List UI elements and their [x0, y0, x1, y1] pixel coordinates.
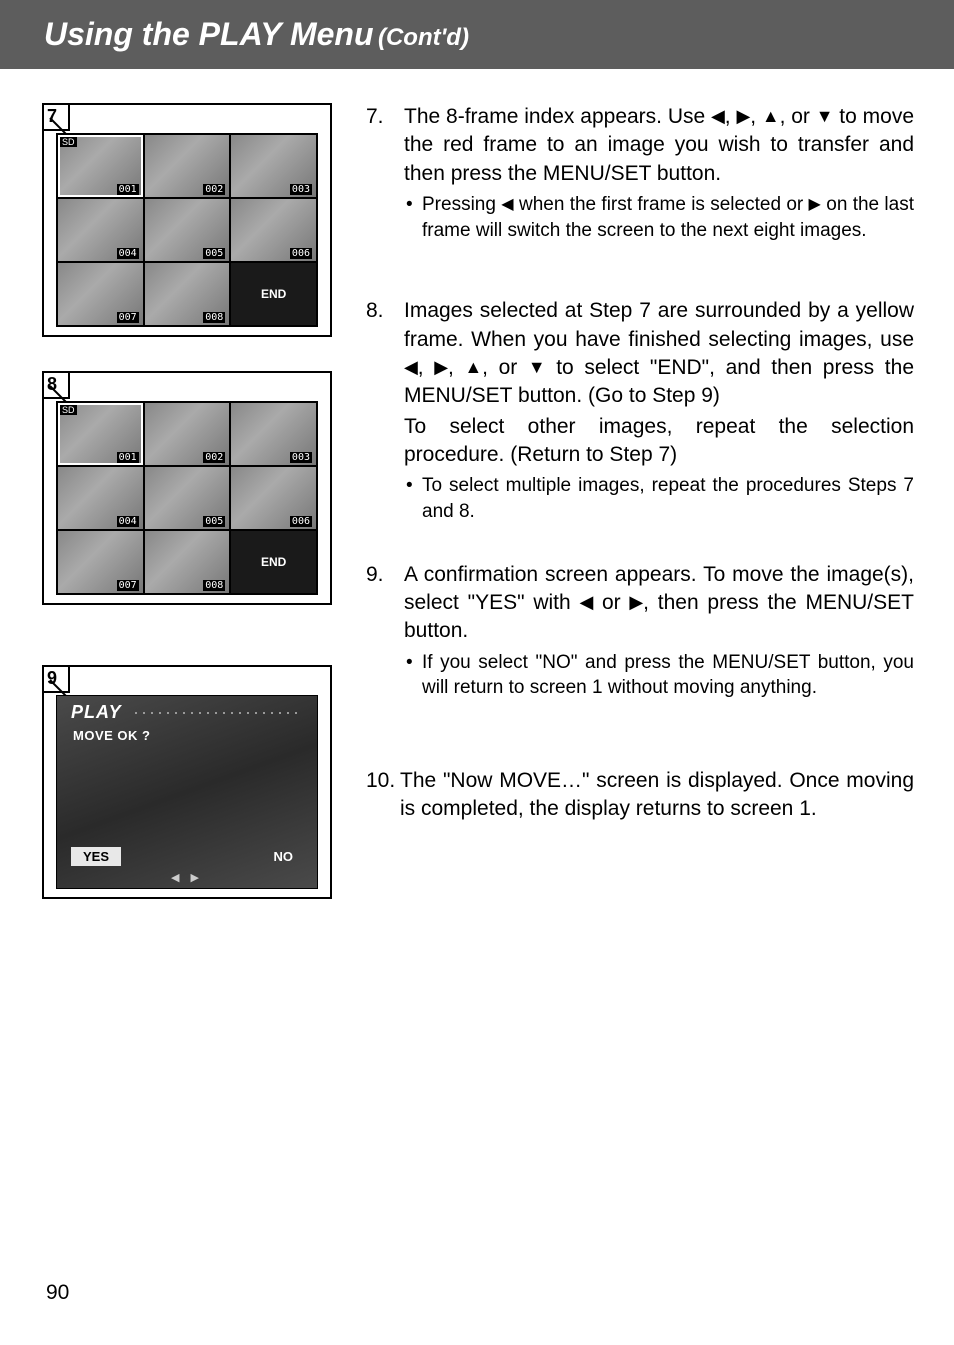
play-title-row: PLAY: [57, 702, 317, 723]
up-arrow-icon: ▲: [464, 355, 482, 379]
step-7-bullet: • Pressing ◀ when the first frame is sel…: [404, 192, 914, 243]
thumb: 003: [231, 403, 316, 465]
thumb: 002: [145, 403, 230, 465]
thumb: 008: [145, 263, 230, 325]
figure-7-grid: 001 002 003 004 005 006 007 008 END: [56, 133, 318, 327]
step-8-bullet: • To select multiple images, repeat the …: [404, 473, 914, 524]
figure-7-number: 7: [42, 103, 70, 131]
thumb: 005: [145, 199, 230, 261]
figure-8-number: 8: [42, 371, 70, 399]
step-9-bullet: • If you select "NO" and press the MENU/…: [404, 650, 914, 701]
step-7-body: The 8-frame index appears. Use ◀, ▶, ▲, …: [404, 103, 914, 243]
thumb: 005: [145, 467, 230, 529]
thumb: 004: [58, 199, 143, 261]
figure-7: 7 001 002 003 004 005 006 007 008 END: [42, 103, 332, 337]
thumb: 006: [231, 199, 316, 261]
right-arrow-icon: ▶: [736, 104, 750, 128]
thumb: 001: [58, 135, 143, 197]
right-arrow-icon: ▶: [629, 590, 643, 614]
thumb: 003: [231, 135, 316, 197]
step-8: 8. Images selected at Step 7 are surroun…: [366, 297, 914, 524]
left-arrow-icon: ◀: [711, 104, 725, 128]
thumb: 007: [58, 531, 143, 593]
step-8-number: 8.: [366, 297, 404, 524]
play-label: PLAY: [71, 702, 122, 723]
content-area: 7 001 002 003 004 005 006 007 008 END 8 …: [0, 69, 954, 933]
step-7-number: 7.: [366, 103, 404, 243]
play-prompt: MOVE OK ?: [73, 728, 150, 743]
figure-8-grid: 001 002 003 004 005 006 007 008 END: [56, 401, 318, 595]
step-10: 10. The "Now MOVE…" screen is displayed.…: [366, 767, 914, 824]
figure-9: 9 PLAY MOVE OK ? YES NO ◀ ▶: [42, 665, 332, 899]
figure-9-number: 9: [42, 665, 70, 693]
figure-8: 8 001 002 003 004 005 006 007 008 END: [42, 371, 332, 605]
thumb: 001: [58, 403, 143, 465]
left-arrow-icon: ◀: [579, 590, 593, 614]
down-arrow-icon: ▼: [528, 355, 546, 379]
thumb: 002: [145, 135, 230, 197]
instructions-column: 7. The 8-frame index appears. Use ◀, ▶, …: [366, 103, 914, 933]
thumb-end: END: [231, 531, 316, 593]
header-title-main: Using the PLAY Menu: [44, 16, 374, 52]
step-10-body: The "Now MOVE…" screen is displayed. Onc…: [400, 767, 914, 824]
nav-arrows-icon: ◀ ▶: [171, 871, 203, 884]
up-arrow-icon: ▲: [762, 104, 780, 128]
left-arrow-icon: ◀: [404, 355, 418, 379]
page-number: 90: [46, 1281, 69, 1305]
thumb-end: END: [231, 263, 316, 325]
right-arrow-icon: ▶: [434, 355, 448, 379]
step-9: 9. A confirmation screen appears. To mov…: [366, 561, 914, 701]
down-arrow-icon: ▼: [816, 104, 834, 128]
play-confirm-screen: PLAY MOVE OK ? YES NO ◀ ▶: [56, 695, 318, 889]
step-9-number: 9.: [366, 561, 404, 701]
right-arrow-icon: ▶: [809, 194, 821, 216]
step-9-body: A confirmation screen appears. To move t…: [404, 561, 914, 701]
dots-icon: [132, 711, 303, 715]
thumb: 008: [145, 531, 230, 593]
play-yes-option: YES: [71, 847, 121, 866]
page-header: Using the PLAY Menu (Cont'd): [0, 0, 954, 69]
left-arrow-icon: ◀: [501, 194, 513, 216]
thumb: 004: [58, 467, 143, 529]
thumb: 007: [58, 263, 143, 325]
thumb: 006: [231, 467, 316, 529]
step-7: 7. The 8-frame index appears. Use ◀, ▶, …: [366, 103, 914, 243]
play-no-option: NO: [274, 849, 294, 864]
step-8-body: Images selected at Step 7 are surrounded…: [404, 297, 914, 524]
step-10-number: 10.: [366, 767, 400, 824]
figures-column: 7 001 002 003 004 005 006 007 008 END 8 …: [42, 103, 332, 933]
header-title-sub: (Cont'd): [378, 24, 469, 51]
